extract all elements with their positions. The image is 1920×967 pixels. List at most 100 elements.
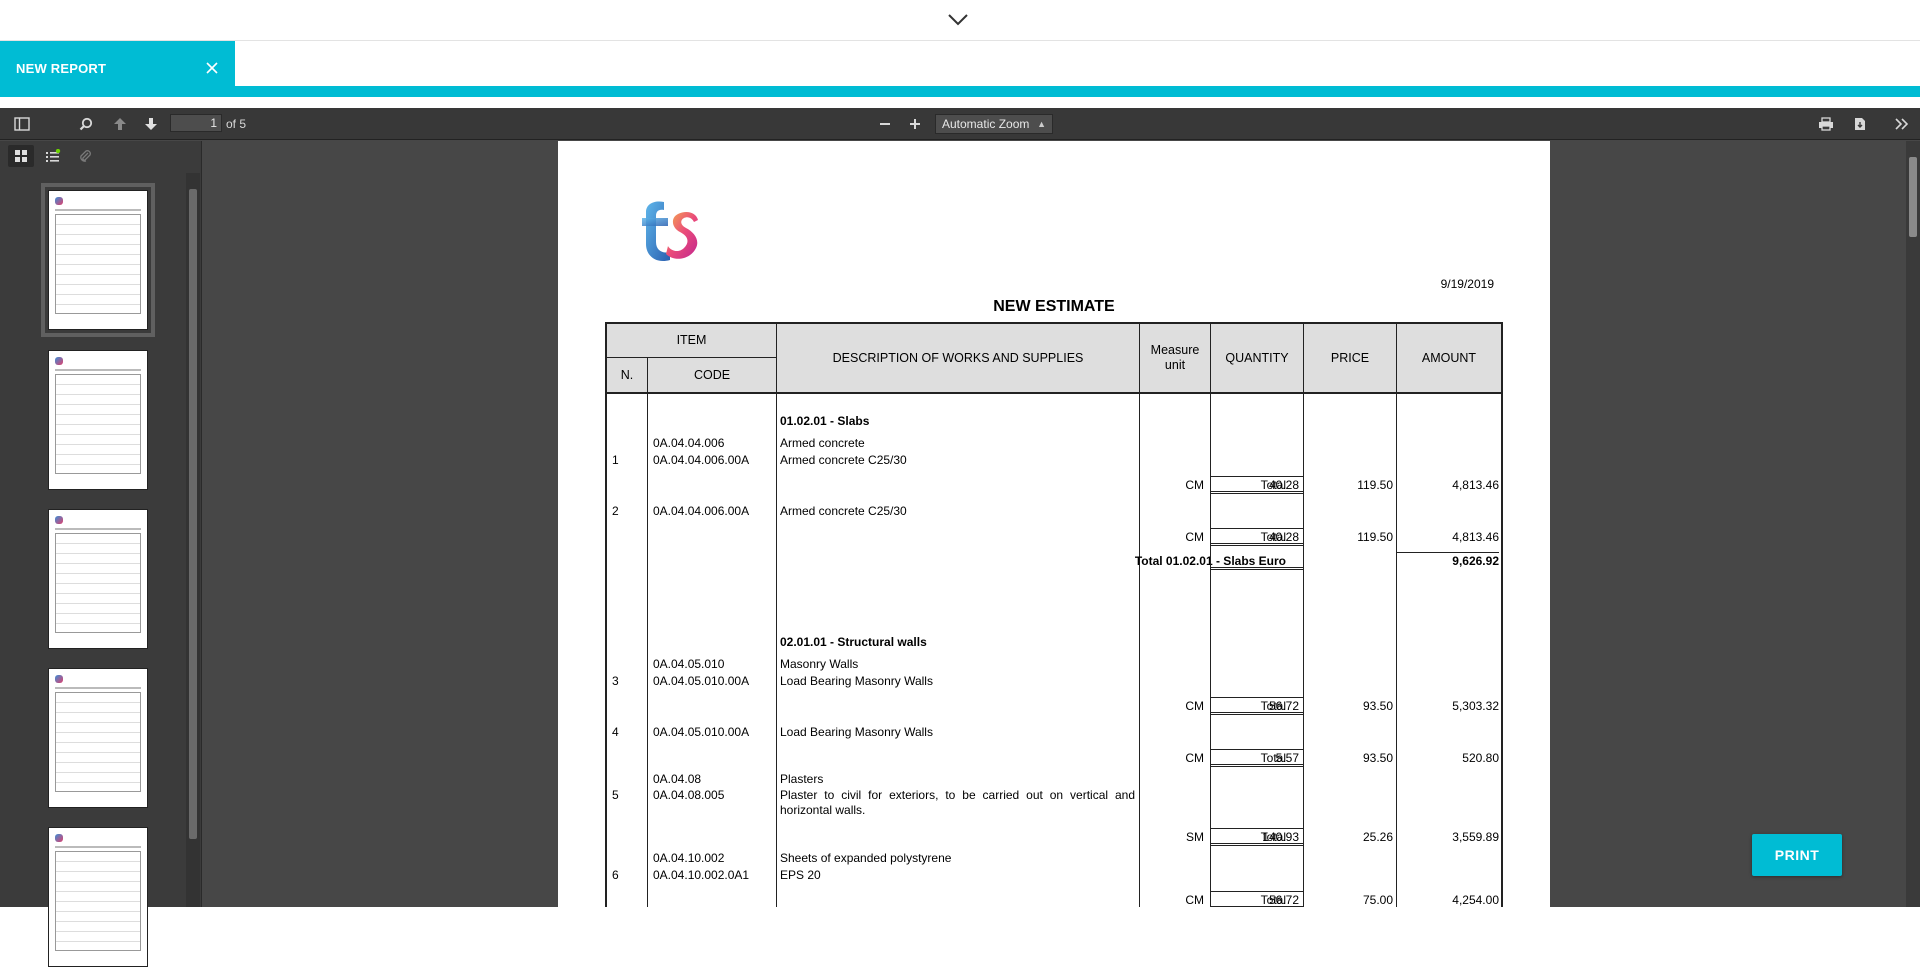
pdf-page: 9/19/2019 NEW ESTIMATE ITEM N. CODE DESC… xyxy=(558,141,1550,907)
sidebar-toggle-button[interactable] xyxy=(10,114,34,134)
sidebar-tabs xyxy=(0,141,202,171)
measure-unit: CM xyxy=(1185,893,1204,907)
tab-thumbnails[interactable] xyxy=(8,145,34,167)
item-description: Armed concrete xyxy=(780,436,865,450)
search-icon xyxy=(79,117,93,131)
item-number: 6 xyxy=(612,868,619,882)
viewer-scrollbar-thumb[interactable] xyxy=(1909,157,1917,237)
select-arrows-icon: ▲ xyxy=(1037,119,1046,129)
item-code: 0A.04.05.010 xyxy=(653,657,725,671)
thumbnail-sidebar xyxy=(0,141,202,967)
tab-title: NEW REPORT xyxy=(16,61,107,76)
thumbnail-table xyxy=(55,214,141,314)
section-total-quantity xyxy=(1210,552,1304,570)
header-code: CODE xyxy=(647,357,777,394)
measure-unit: CM xyxy=(1185,751,1204,765)
price-cell: 119.50 xyxy=(1357,530,1393,544)
amount-cell: 520.80 xyxy=(1462,751,1499,765)
sidebar-scrollbar[interactable] xyxy=(186,173,200,907)
zoom-out-button[interactable] xyxy=(873,114,897,134)
section-title: 01.02.01 - Slabs xyxy=(780,414,870,428)
item-description-continued: horizontal walls. xyxy=(780,803,866,817)
estimate-table: ITEM N. CODE DESCRIPTION OF WORKS AND SU… xyxy=(605,322,1503,907)
report-date: 9/19/2019 xyxy=(1440,277,1494,291)
print-toolbar-button[interactable] xyxy=(1814,114,1838,134)
amount-cell: 4,813.46 xyxy=(1452,478,1499,492)
header-item: ITEM xyxy=(605,322,777,358)
tab-outline[interactable] xyxy=(40,145,66,167)
quantity-cell: 5.57 xyxy=(1210,749,1304,767)
quantity-cell: 140.93 xyxy=(1210,828,1304,846)
chevron-down-icon[interactable] xyxy=(946,12,970,28)
item-description: Load Bearing Masonry Walls xyxy=(780,725,933,739)
top-bar xyxy=(0,0,1920,41)
sidebar-scrollbar-thumb[interactable] xyxy=(189,189,197,839)
item-code: 0A.04.04.006 xyxy=(653,436,725,450)
price-cell: 75.00 xyxy=(1362,893,1393,907)
item-description: Plasters xyxy=(780,772,824,786)
quantity-cell: 56.72 xyxy=(1210,891,1304,907)
item-description: Masonry Walls xyxy=(780,657,859,671)
download-icon xyxy=(1855,118,1865,130)
item-number: 5 xyxy=(612,788,619,802)
zoom-in-button[interactable] xyxy=(903,114,927,134)
next-page-icon xyxy=(145,118,157,130)
tab-new-report[interactable]: NEW REPORT xyxy=(0,41,235,97)
find-button[interactable] xyxy=(74,114,98,134)
zoom-select-value: Automatic Zoom xyxy=(942,117,1030,131)
previous-page-icon xyxy=(114,118,126,130)
item-description: EPS 20 xyxy=(780,868,821,882)
page-number-input[interactable]: 1 xyxy=(170,114,222,132)
zoom-select[interactable]: Automatic Zoom ▲ xyxy=(935,114,1053,134)
item-code: 0A.04.05.010.00A xyxy=(653,725,750,739)
zoom-out-icon xyxy=(880,123,890,125)
section-title: 02.01.01 - Structural walls xyxy=(780,635,927,649)
column-divider xyxy=(1501,394,1503,907)
report-title: NEW ESTIMATE xyxy=(993,298,1115,315)
sidebar-toggle-icon xyxy=(14,117,30,131)
download-button[interactable] xyxy=(1848,114,1872,134)
previous-page-button[interactable] xyxy=(108,114,132,134)
thumbnail-logo xyxy=(55,675,63,683)
item-description: Sheets of expanded polystyrene xyxy=(780,851,952,865)
header-amount: AMOUNT xyxy=(1396,322,1503,394)
quantity-cell: 56.72 xyxy=(1210,697,1304,715)
item-description: Armed concrete C25/30 xyxy=(780,504,907,518)
amount-cell: 5,303.32 xyxy=(1452,699,1499,713)
page-thumbnail-4[interactable] xyxy=(48,668,148,808)
item-number: 3 xyxy=(612,674,619,688)
thumbnail-table xyxy=(55,533,141,633)
measure-unit: CM xyxy=(1185,699,1204,713)
header-price: PRICE xyxy=(1303,322,1397,394)
amount-cell: 4,813.46 xyxy=(1452,530,1499,544)
measure-unit: SM xyxy=(1186,830,1204,844)
thumbnail-table xyxy=(55,851,141,951)
tab-attachments[interactable] xyxy=(72,145,98,167)
item-description: Plaster to civil for exteriors, to be ca… xyxy=(780,788,1135,802)
page-thumbnail-2[interactable] xyxy=(48,350,148,490)
item-code: 0A.04.08 xyxy=(653,772,702,786)
pdf-toolbar: 1 of 5 Automatic Zoom ▲ xyxy=(0,108,1920,140)
page-thumbnail-5[interactable] xyxy=(48,827,148,967)
page-thumbnail-1[interactable] xyxy=(41,183,155,337)
price-cell: 93.50 xyxy=(1362,751,1393,765)
item-code: 0A.04.08.005 xyxy=(653,788,725,802)
price-cell: 119.50 xyxy=(1357,478,1393,492)
next-page-button[interactable] xyxy=(139,114,163,134)
tab-bar: NEW REPORT xyxy=(0,41,1920,97)
item-number: 1 xyxy=(612,453,619,467)
quantity-cell: 40.28 xyxy=(1210,476,1304,494)
item-code: 0A.04.10.002.0A1 xyxy=(653,868,750,882)
company-logo xyxy=(642,201,698,262)
item-code: 0A.04.05.010.00A xyxy=(653,674,750,688)
close-icon[interactable] xyxy=(204,60,220,76)
header-measure-unit: Measure unit xyxy=(1139,322,1211,394)
paperclip-icon xyxy=(80,150,91,162)
viewer-scrollbar[interactable] xyxy=(1906,141,1920,907)
tools-button[interactable] xyxy=(1890,114,1914,134)
page-thumbnail-3[interactable] xyxy=(48,509,148,649)
thumbnail-table xyxy=(55,374,141,474)
thumbnail-logo xyxy=(55,197,63,205)
print-button[interactable]: PRINT xyxy=(1752,834,1842,876)
item-code: 0A.04.10.002 xyxy=(653,851,725,865)
